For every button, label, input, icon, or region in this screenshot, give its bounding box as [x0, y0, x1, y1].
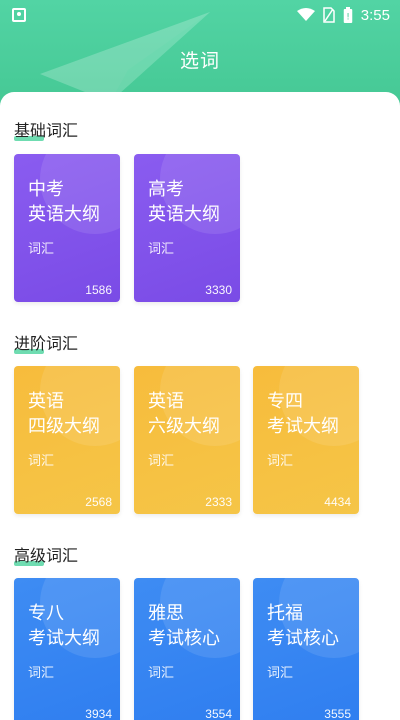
card-title-line1: 高考 [148, 179, 184, 200]
wifi-icon [296, 8, 315, 21]
card-title-line2: 考试核心 [267, 628, 339, 649]
section-title-text: 进阶词汇 [14, 334, 79, 353]
card-title-line1: 雅思 [148, 603, 184, 624]
status-icons: ! 3:55 [296, 6, 390, 24]
card-title-line2: 四级大纲 [28, 416, 100, 437]
card-ielts[interactable]: 雅思 考试核心 词汇 3554 [134, 578, 240, 720]
card-title-line1: 中考 [28, 179, 64, 200]
card-tem8[interactable]: 专八 考试大纲 词汇 3934 [14, 578, 120, 720]
section-title-text: 高级词汇 [14, 546, 79, 565]
card-cet4[interactable]: 英语 四级大纲 词汇 2568 [14, 366, 120, 514]
card-title-line2: 考试大纲 [267, 416, 339, 437]
status-bar: ! 3:55 [0, 0, 400, 30]
card-cet6[interactable]: 英语 六级大纲 词汇 2333 [134, 366, 240, 514]
card-title-line1: 专四 [267, 391, 303, 412]
card-tem4[interactable]: 专四 考试大纲 词汇 4434 [253, 366, 359, 514]
card-word-count: 2333 [205, 495, 232, 509]
card-title-line2: 英语大纲 [28, 204, 100, 225]
section-title-basic: 基础词汇 [14, 117, 78, 141]
section-title-text: 基础词汇 [14, 121, 79, 140]
card-tag: 词汇 [28, 454, 55, 469]
card-tag: 词汇 [28, 242, 55, 257]
card-word-count: 3554 [205, 707, 232, 720]
battery-icon: ! [343, 6, 353, 23]
card-title-line2: 英语大纲 [148, 204, 220, 225]
sim-icon [323, 7, 335, 23]
card-word-count: 3555 [324, 707, 351, 720]
section-title-expert: 高级词汇 [14, 542, 78, 566]
card-toefl[interactable]: 托福 考试核心 词汇 3555 [253, 578, 359, 720]
card-tag: 词汇 [148, 454, 175, 469]
card-word-count: 2568 [85, 495, 112, 509]
card-title-line1: 专八 [28, 603, 64, 624]
status-time: 3:55 [360, 6, 390, 24]
card-tag: 词汇 [28, 666, 55, 681]
card-title-line1: 英语 [148, 391, 184, 412]
card-title-line2: 六级大纲 [148, 416, 220, 437]
card-word-count: 1586 [85, 283, 112, 297]
svg-text:!: ! [346, 12, 350, 22]
card-tag: 词汇 [267, 666, 294, 681]
card-title-line2: 考试核心 [148, 628, 220, 649]
page-title: 选词 [179, 50, 220, 72]
card-word-count: 4434 [324, 495, 351, 509]
app-notification-icon [12, 8, 26, 22]
section-title-advanced: 进阶词汇 [14, 330, 78, 354]
card-tag: 词汇 [267, 454, 294, 469]
card-tag: 词汇 [148, 666, 175, 681]
card-title-line2: 考试大纲 [28, 628, 100, 649]
card-gaokao[interactable]: 高考 英语大纲 词汇 3330 [134, 154, 240, 302]
card-zhongkao[interactable]: 中考 英语大纲 词汇 1586 [14, 154, 120, 302]
card-title-line1: 英语 [28, 391, 64, 412]
card-tag: 词汇 [148, 242, 175, 257]
card-title-line1: 托福 [267, 603, 303, 624]
card-word-count: 3934 [85, 707, 112, 720]
card-word-count: 3330 [205, 283, 232, 297]
word-list-panel: 基础词汇 中考 英语大纲 词汇 1586 高考 英语大纲 词汇 3330 进阶词… [0, 92, 400, 720]
